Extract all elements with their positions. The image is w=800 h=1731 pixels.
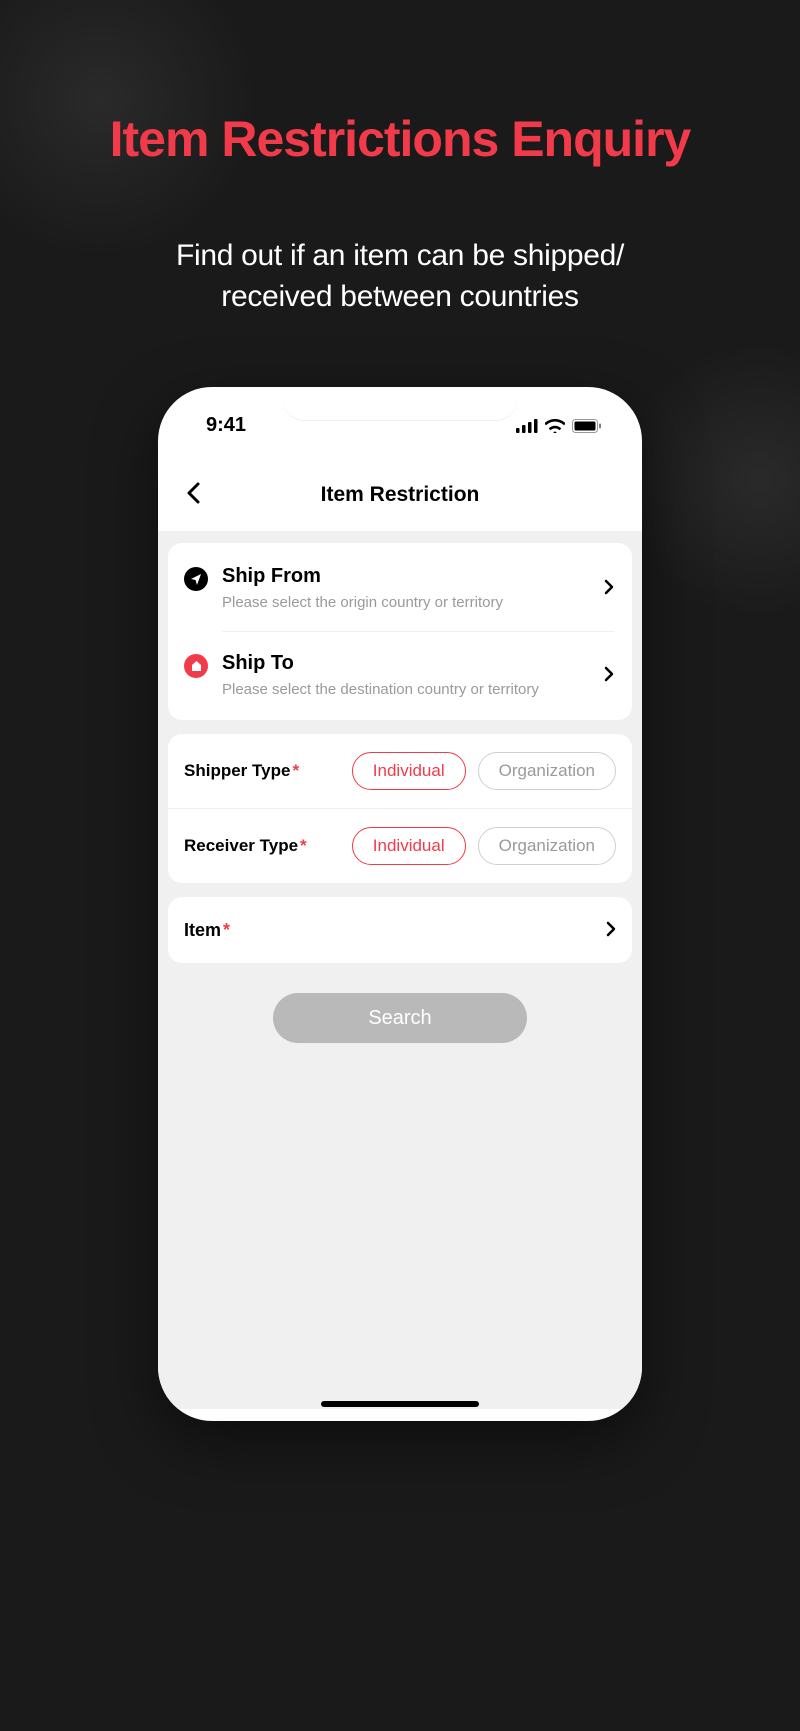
home-indicator[interactable] bbox=[321, 1401, 479, 1407]
receiver-type-label: Receiver Type* bbox=[184, 836, 307, 856]
ship-to-label: Ship To bbox=[222, 652, 582, 675]
status-time: 9:41 bbox=[206, 414, 246, 437]
shipper-type-label-text: Shipper Type bbox=[184, 761, 290, 780]
divider bbox=[222, 631, 614, 632]
type-card: Shipper Type* Individual Organization Re… bbox=[168, 734, 632, 883]
item-label: Item* bbox=[184, 920, 230, 941]
chevron-right-icon bbox=[606, 917, 616, 943]
hero-title: Item Restrictions Enquiry bbox=[0, 0, 800, 168]
receiver-individual-option[interactable]: Individual bbox=[352, 827, 466, 865]
ship-from-row[interactable]: Ship From Please select the origin count… bbox=[184, 565, 614, 611]
chevron-right-icon bbox=[604, 662, 614, 688]
battery-icon bbox=[572, 419, 602, 433]
decorative-circle bbox=[620, 340, 800, 620]
ship-to-row[interactable]: Ship To Please select the destination co… bbox=[184, 652, 614, 698]
required-mark: * bbox=[223, 920, 230, 940]
wifi-icon bbox=[545, 419, 565, 433]
ship-to-text: Ship To Please select the destination co… bbox=[222, 652, 582, 698]
shipper-type-row: Shipper Type* Individual Organization bbox=[168, 734, 632, 808]
ship-card: Ship From Please select the origin count… bbox=[168, 543, 632, 720]
ship-from-icon bbox=[184, 567, 208, 591]
ship-from-text: Ship From Please select the origin count… bbox=[222, 565, 582, 611]
hero-subtitle-line1: Find out if an item can be shipped/ bbox=[176, 239, 624, 272]
item-label-text: Item bbox=[184, 920, 221, 940]
receiver-type-options: Individual Organization bbox=[352, 827, 616, 865]
ship-from-label: Ship From bbox=[222, 565, 582, 588]
phone-frame: 9:41 Item Restriction Shi bbox=[158, 387, 642, 1421]
ship-to-hint: Please select the destination country or… bbox=[222, 681, 582, 698]
shipper-organization-option[interactable]: Organization bbox=[478, 752, 616, 790]
required-mark: * bbox=[300, 836, 307, 855]
shipper-type-options: Individual Organization bbox=[352, 752, 616, 790]
receiver-type-row: Receiver Type* Individual Organization bbox=[168, 808, 632, 883]
receiver-type-label-text: Receiver Type bbox=[184, 836, 298, 855]
shipper-type-label: Shipper Type* bbox=[184, 761, 299, 781]
hero-subtitle-line2: received between countries bbox=[221, 280, 578, 313]
receiver-organization-option[interactable]: Organization bbox=[478, 827, 616, 865]
back-button[interactable] bbox=[182, 481, 204, 509]
chevron-right-icon bbox=[604, 575, 614, 601]
navigation-bar: Item Restriction bbox=[158, 445, 642, 531]
phone-notch bbox=[283, 387, 518, 420]
content-area: Ship From Please select the origin count… bbox=[158, 531, 642, 1409]
page-title: Item Restriction bbox=[321, 483, 480, 507]
shipper-individual-option[interactable]: Individual bbox=[352, 752, 466, 790]
required-mark: * bbox=[292, 761, 299, 780]
item-row[interactable]: Item* bbox=[168, 897, 632, 963]
status-icons bbox=[516, 419, 602, 433]
search-button[interactable]: Search bbox=[273, 993, 527, 1043]
cellular-signal-icon bbox=[516, 419, 538, 433]
ship-to-icon bbox=[184, 654, 208, 678]
hero-subtitle: Find out if an item can be shipped/ rece… bbox=[0, 168, 800, 317]
ship-from-hint: Please select the origin country or terr… bbox=[222, 594, 582, 611]
